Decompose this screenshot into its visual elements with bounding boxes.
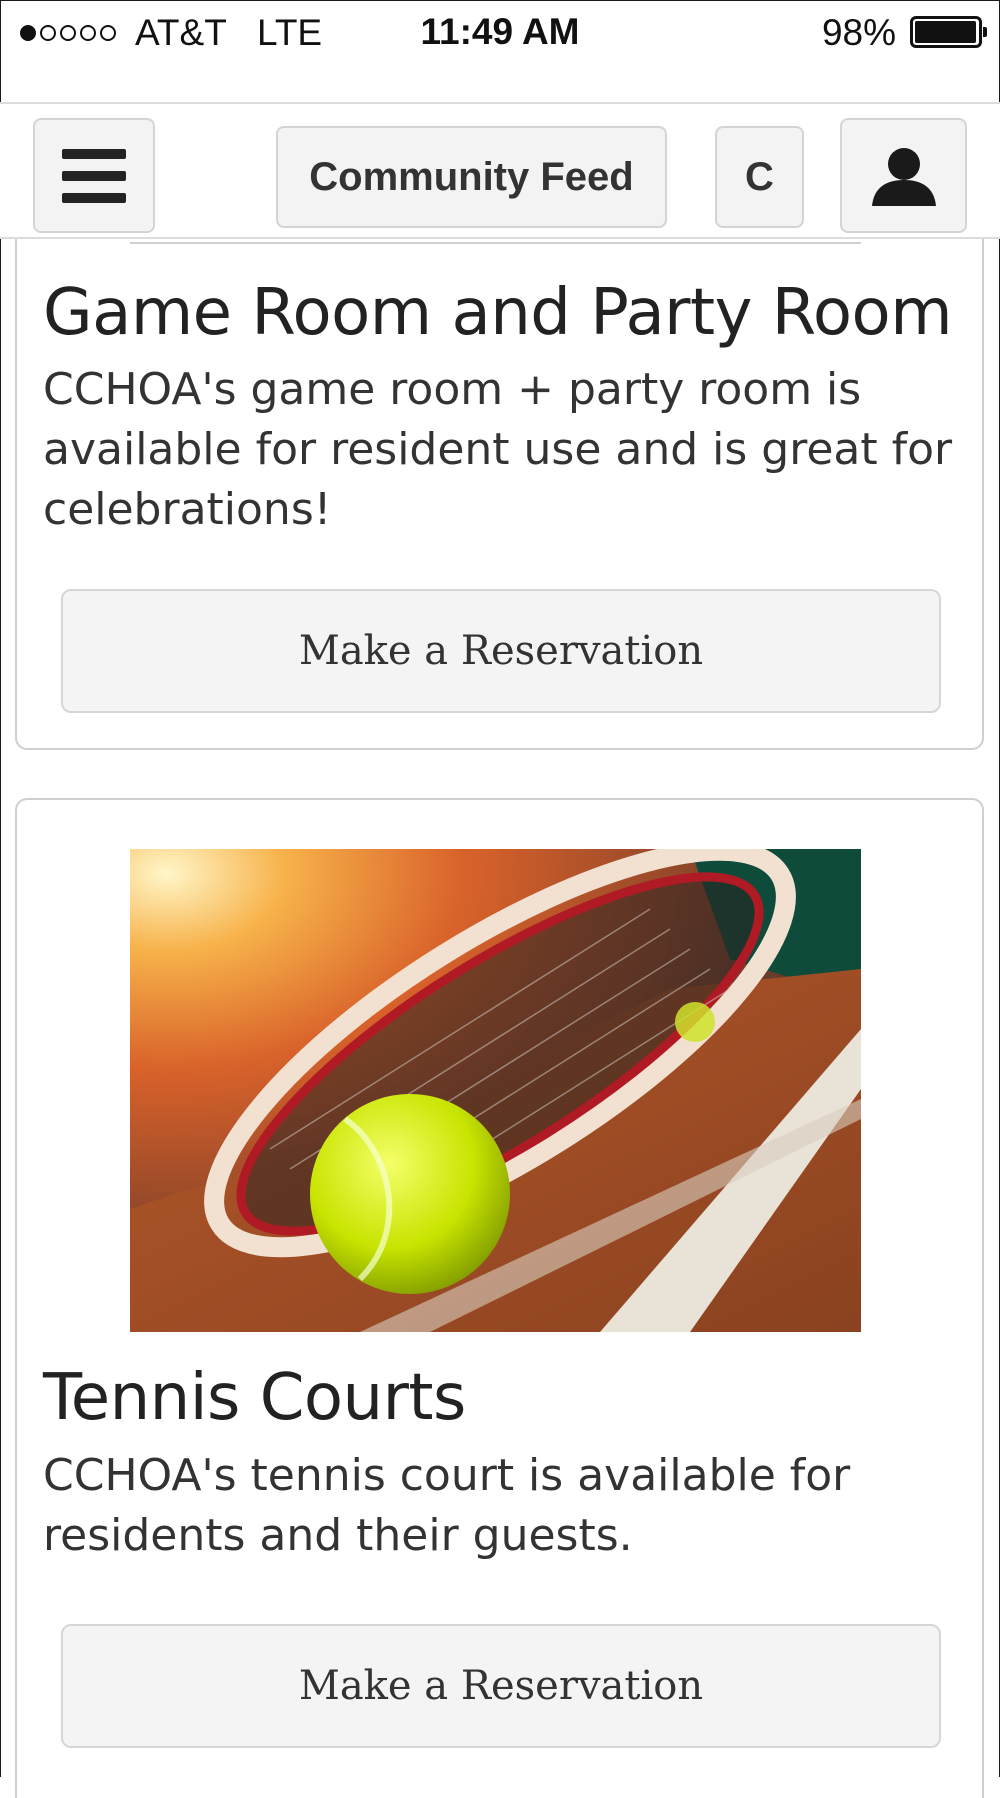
battery-percentage: 98% <box>821 12 896 53</box>
hamburger-menu-icon <box>62 148 126 159</box>
hamburger-bar <box>62 192 126 203</box>
make-reservation-button[interactable]: Make a Reservation <box>61 1624 941 1748</box>
hamburger-menu-button[interactable] <box>33 118 155 233</box>
amenity-description: CCHOA's game room + party room is availa… <box>43 364 953 535</box>
battery-fill <box>915 21 976 43</box>
battery-icon <box>910 16 987 48</box>
community-feed-button[interactable]: Community Feed <box>276 126 667 228</box>
user-avatar-icon <box>871 147 936 206</box>
amenity-card-tennis-courts: Tennis Courts CCHOA's tennis court is av… <box>15 798 984 1798</box>
top-navigation-bar: Community Feed C <box>0 102 1000 239</box>
c-button[interactable]: C <box>715 126 804 228</box>
user-profile-button[interactable] <box>840 118 967 233</box>
make-reservation-button[interactable]: Make a Reservation <box>61 589 941 713</box>
status-bar: AT&T LTE 11:49 AM 98% <box>0 0 1000 68</box>
amenity-description: CCHOA's tennis court is available for re… <box>43 1450 851 1561</box>
amenity-title: Tennis Courts <box>43 1361 466 1435</box>
amenity-title: Game Room and Party Room <box>43 276 953 350</box>
hamburger-bar <box>62 170 126 181</box>
tennis-racket-and-ball-photo <box>130 849 861 1332</box>
amenity-card-game-room: Game Room and Party Room CCHOA's game ro… <box>15 200 984 750</box>
